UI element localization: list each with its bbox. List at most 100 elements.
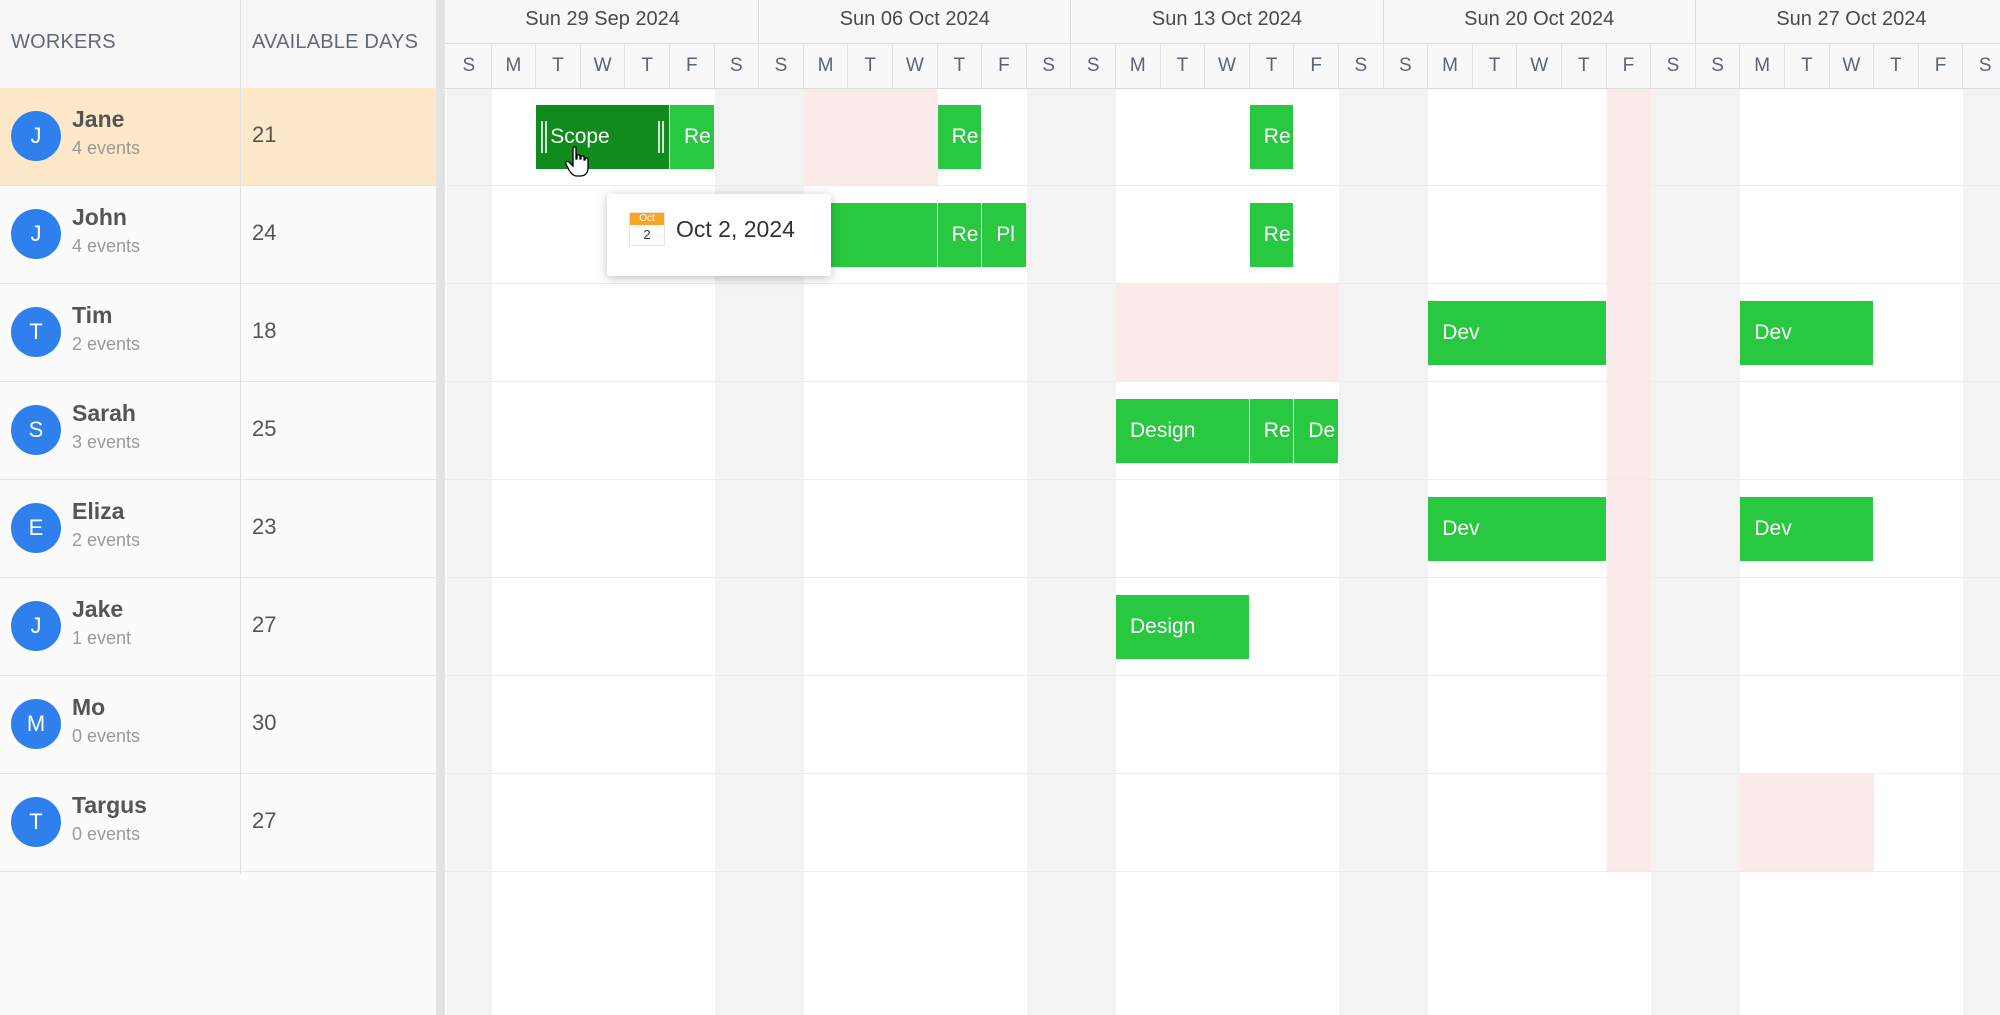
- event-bar[interactable]: Dev: [1428, 497, 1607, 561]
- event-bar[interactable]: Scope: [536, 105, 670, 169]
- worker-event-count: 2 events: [72, 530, 141, 550]
- worker-available-days: 30: [252, 710, 277, 735]
- event-label: Dev: [1754, 517, 1792, 540]
- day-header: F: [1919, 44, 1964, 88]
- day-header: T: [1785, 44, 1830, 88]
- worker-event-count: 3 events: [72, 432, 141, 452]
- worker-row[interactable]: J Jane 4 events 21: [0, 88, 436, 186]
- avatar: E: [11, 503, 61, 553]
- day-header: T: [1562, 44, 1607, 88]
- worker-available-days: 27: [252, 808, 277, 833]
- avatar: J: [11, 111, 61, 161]
- day-header: S: [1339, 44, 1384, 88]
- event-label: De: [1308, 419, 1336, 442]
- tooltip-date: Oct 2, 2024: [676, 216, 795, 242]
- event-bar[interactable]: Re: [1249, 203, 1295, 267]
- event-label: Dev: [1442, 321, 1480, 344]
- column-divider: [240, 0, 241, 874]
- worker-name: Jake: [72, 596, 124, 622]
- worker-event-count: 4 events: [72, 236, 141, 256]
- week-header: Sun 06 Oct 2024: [759, 0, 1072, 43]
- day-header: M: [1740, 44, 1785, 88]
- day-header: S: [1696, 44, 1741, 88]
- avatar: S: [11, 405, 61, 455]
- calendar-icon-month: Oct: [630, 213, 664, 225]
- row-gridline: [445, 773, 2000, 774]
- event-label: Re: [1263, 419, 1291, 442]
- non-working-time: [1740, 774, 1875, 872]
- event-label: Dev: [1442, 517, 1480, 540]
- day-header: F: [1294, 44, 1339, 88]
- worker-row[interactable]: M Mo 0 events 30: [0, 676, 436, 774]
- resize-handle-end[interactable]: [657, 121, 664, 153]
- worker-name: Jane: [72, 106, 125, 132]
- worker-row[interactable]: T Targus 0 events 27: [0, 774, 436, 872]
- day-header: F: [670, 44, 715, 88]
- week-header: Sun 29 Sep 2024: [447, 0, 760, 43]
- weekend-column: [1651, 88, 1696, 1015]
- worker-event-count: 0 events: [72, 824, 141, 844]
- worker-row[interactable]: S Sarah 3 events 25: [0, 382, 436, 480]
- event-bar[interactable]: Pl: [982, 203, 1027, 267]
- panel-splitter[interactable]: [436, 0, 445, 1015]
- day-header: W: [893, 44, 938, 88]
- worker-name: Targus: [72, 792, 147, 818]
- timeline: Sun 29 Sep 2024 Sun 06 Oct 2024 Sun 13 Oct…: [445, 0, 2000, 1015]
- avatar: T: [11, 307, 61, 357]
- worker-available-days: 25: [252, 416, 277, 441]
- day-header: W: [1830, 44, 1875, 88]
- event-label: Scope: [550, 125, 610, 148]
- row-gridline: [445, 479, 2000, 480]
- worker-row[interactable]: T Tim 2 events 18: [0, 284, 436, 382]
- event-bar[interactable]: Re: [937, 105, 983, 169]
- worker-name: John: [72, 204, 127, 230]
- day-header: S: [1071, 44, 1116, 88]
- avatar: M: [11, 699, 61, 749]
- event-label: Pl: [996, 223, 1015, 246]
- hand-cursor-icon: [565, 146, 589, 177]
- worker-row[interactable]: J John 4 events 24: [0, 186, 436, 284]
- resize-handle-start[interactable]: [541, 121, 548, 153]
- event-bar[interactable]: Design: [1116, 399, 1250, 463]
- weekend-column: [447, 88, 492, 1015]
- weekend-column: [1071, 88, 1116, 1015]
- day-header: T: [1473, 44, 1518, 88]
- worker-row[interactable]: E Eliza 2 events 23: [0, 480, 436, 578]
- weekend-column: [1339, 88, 1384, 1015]
- day-header: W: [1517, 44, 1562, 88]
- worker-row[interactable]: J Jake 1 event 27: [0, 578, 436, 676]
- event-label: Design: [1130, 419, 1196, 442]
- day-header: T: [938, 44, 983, 88]
- event-bar[interactable]: Dev: [1428, 301, 1607, 365]
- event-label: Re: [1263, 223, 1291, 246]
- event-bar[interactable]: Re: [1249, 399, 1295, 463]
- workers-column-header[interactable]: WORKERS: [11, 0, 116, 88]
- worker-available-days: 21: [252, 122, 277, 147]
- worker-event-count: 2 events: [72, 334, 141, 354]
- event-bar[interactable]: Dev: [1740, 497, 1875, 561]
- event-label: Re: [684, 125, 711, 148]
- day-header: T: [848, 44, 893, 88]
- day-header: S: [715, 44, 760, 88]
- available-days-column-header[interactable]: AVAILABLE DAYS: [252, 0, 418, 88]
- drag-date-tooltip: Oct 2 Oct 2, 2024: [607, 194, 831, 276]
- weekend-column: [1695, 88, 1741, 1015]
- event-bar[interactable]: Re: [1249, 105, 1295, 169]
- workers-grid-header: WORKERS AVAILABLE DAYS: [0, 0, 436, 89]
- event-label: Re: [951, 223, 979, 246]
- row-gridline: [445, 871, 2000, 872]
- worker-event-count: 0 events: [72, 726, 141, 746]
- worker-available-days: 27: [252, 612, 277, 637]
- event-bar[interactable]: Re: [937, 203, 983, 267]
- worker-name: Sarah: [72, 400, 136, 426]
- weekend-column: [1383, 88, 1429, 1015]
- day-header: F: [982, 44, 1027, 88]
- event-bar[interactable]: Design: [1116, 595, 1250, 659]
- avatar: J: [11, 209, 61, 259]
- weekend-column: [1963, 88, 2000, 1015]
- avatar: T: [11, 797, 61, 847]
- event-bar[interactable]: Dev: [1740, 301, 1875, 365]
- event-bar[interactable]: Re: [670, 105, 715, 169]
- event-bar[interactable]: De: [1294, 399, 1339, 463]
- weekend-column: [1026, 88, 1072, 1015]
